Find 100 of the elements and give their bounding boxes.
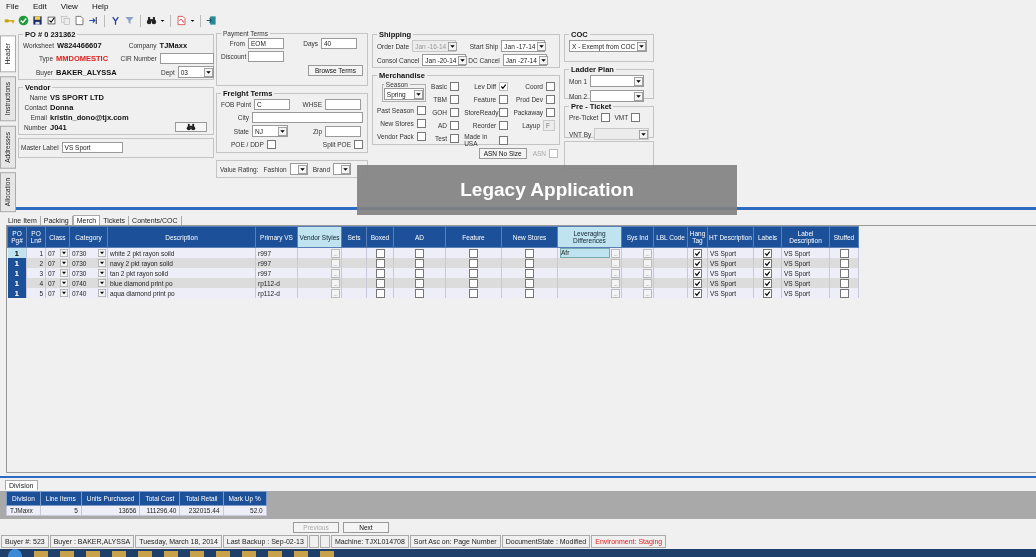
checkbox[interactable] (375, 278, 385, 288)
checkbox[interactable] (416, 132, 426, 141)
save-icon[interactable] (32, 15, 43, 26)
checkbox[interactable] (693, 278, 702, 288)
caret-icon[interactable] (413, 89, 423, 99)
checkbox[interactable] (525, 268, 534, 278)
caret-icon[interactable] (98, 269, 106, 277)
menu-item[interactable]: View (60, 1, 78, 11)
checkbox[interactable] (693, 258, 702, 268)
checkbox[interactable] (499, 135, 509, 145)
checkbox[interactable] (525, 278, 534, 288)
checkbox-icon[interactable] (46, 15, 57, 26)
document-icon[interactable] (74, 15, 85, 26)
checkbox[interactable] (375, 258, 385, 268)
checkbox[interactable] (631, 113, 641, 122)
dropdown[interactable] (333, 163, 352, 175)
checkbox[interactable] (415, 288, 424, 298)
checkbox[interactable] (763, 278, 772, 288)
checkbox[interactable] (415, 278, 424, 288)
checkbox[interactable] (375, 248, 385, 258)
checkbox[interactable] (763, 288, 772, 298)
checkbox[interactable] (525, 248, 534, 258)
binoculars-icon (186, 123, 196, 131)
text-field[interactable] (325, 125, 361, 137)
checkbox[interactable] (763, 268, 772, 278)
search-vendor-button[interactable] (175, 122, 207, 132)
checkbox[interactable] (601, 113, 611, 122)
caret-icon[interactable] (634, 91, 644, 101)
text-field[interactable] (325, 99, 361, 110)
menu-item[interactable]: Edit (32, 1, 47, 11)
exit-icon[interactable] (206, 15, 217, 26)
checkbox[interactable] (416, 106, 426, 115)
caret-icon[interactable] (537, 41, 547, 51)
checkbox[interactable] (354, 140, 363, 149)
checkbox[interactable] (693, 248, 702, 258)
branch-icon[interactable] (110, 15, 121, 26)
caret-icon[interactable] (458, 55, 468, 65)
caption-banner: Legacy Application (357, 165, 737, 215)
caret-icon[interactable] (60, 279, 68, 287)
checkbox[interactable] (415, 248, 424, 258)
import-icon[interactable] (88, 15, 99, 26)
checkbox[interactable] (469, 268, 478, 278)
checkbox[interactable] (839, 258, 849, 268)
checkbox[interactable] (449, 95, 459, 104)
caret-icon[interactable] (634, 76, 644, 86)
checkbox[interactable] (693, 268, 702, 278)
text-field[interactable] (252, 112, 363, 123)
caret-icon[interactable] (278, 126, 287, 136)
start-icon[interactable] (8, 549, 22, 557)
checkbox[interactable] (449, 121, 459, 130)
caret-icon[interactable] (60, 269, 68, 277)
checkbox[interactable] (375, 268, 385, 278)
checkbox[interactable] (763, 258, 772, 268)
checkbox[interactable] (469, 258, 478, 268)
checkbox[interactable] (499, 108, 509, 117)
caret-icon[interactable] (538, 55, 548, 65)
checkbox[interactable] (693, 288, 702, 298)
caret-icon[interactable] (637, 41, 647, 51)
checkbox[interactable] (415, 258, 424, 268)
binoculars-icon[interactable] (146, 15, 157, 26)
checkbox[interactable] (839, 278, 849, 288)
checkbox[interactable] (415, 268, 424, 278)
caret-icon[interactable] (98, 289, 106, 297)
menu-item[interactable]: Help (91, 1, 109, 11)
checkbox[interactable] (546, 108, 555, 117)
checkbox[interactable] (375, 288, 385, 298)
caret-icon[interactable] (98, 249, 106, 257)
caret-icon[interactable] (60, 249, 68, 257)
text-field[interactable] (159, 53, 214, 64)
checkbox[interactable] (266, 140, 276, 149)
checkbox[interactable] (839, 248, 849, 258)
checkbox[interactable] (525, 288, 534, 298)
checkbox[interactable] (546, 95, 555, 104)
status-panel (319, 535, 330, 548)
caret-icon[interactable] (60, 259, 68, 267)
caret-icon[interactable] (341, 164, 351, 174)
checkbox[interactable] (469, 288, 478, 298)
checkbox[interactable] (763, 248, 772, 258)
checkbox[interactable] (449, 134, 459, 143)
caret-icon[interactable] (60, 289, 68, 297)
caret-icon[interactable] (297, 164, 307, 174)
checkbox[interactable] (449, 82, 459, 91)
caret-icon[interactable] (203, 67, 213, 77)
checkbox[interactable] (499, 121, 509, 130)
checkbox[interactable] (449, 108, 459, 117)
checkbox[interactable] (525, 258, 534, 268)
checkbox[interactable] (469, 278, 478, 288)
checkbox[interactable] (499, 95, 509, 104)
status-panel (308, 535, 319, 548)
menu-item[interactable]: File (6, 1, 19, 11)
caret-icon[interactable] (98, 279, 106, 287)
checkbox[interactable] (839, 268, 849, 278)
check-icon[interactable] (18, 15, 29, 26)
checkbox[interactable] (546, 82, 555, 91)
checkbox[interactable] (416, 119, 426, 128)
caret-icon[interactable] (98, 259, 106, 267)
checkbox[interactable] (469, 248, 478, 258)
checkbox[interactable] (839, 288, 849, 298)
text-field[interactable] (248, 51, 284, 62)
dropdown[interactable] (289, 163, 308, 175)
